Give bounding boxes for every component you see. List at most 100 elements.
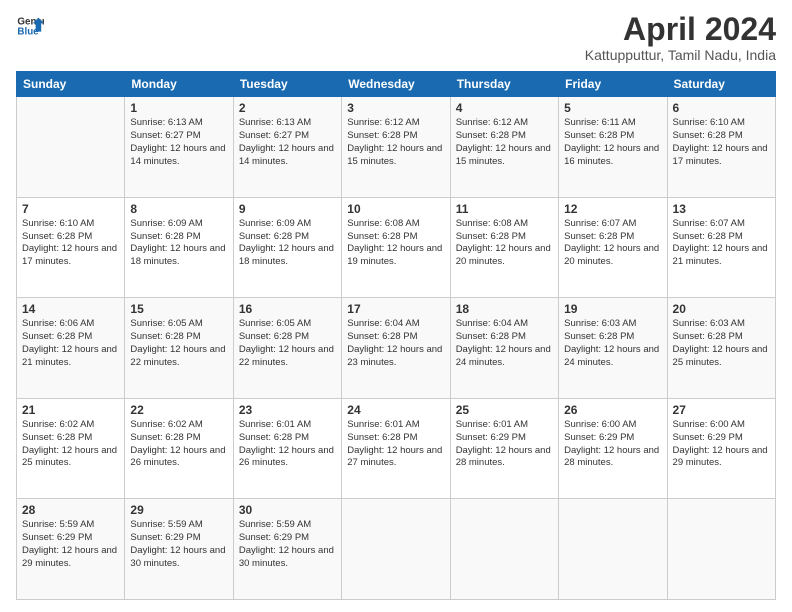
day-number: 14 — [22, 302, 119, 316]
calendar-day-header: Tuesday — [233, 72, 341, 97]
calendar-cell — [450, 499, 558, 600]
calendar-cell — [559, 499, 667, 600]
day-info: Sunrise: 6:09 AM Sunset: 6:28 PM Dayligh… — [239, 218, 336, 269]
day-number: 13 — [673, 202, 770, 216]
day-number: 24 — [347, 403, 444, 417]
calendar: SundayMondayTuesdayWednesdayThursdayFrid… — [16, 71, 776, 600]
day-number: 25 — [456, 403, 553, 417]
calendar-week-row: 14 Sunrise: 6:06 AM Sunset: 6:28 PM Dayli… — [17, 298, 776, 399]
day-info: Sunrise: 6:13 AM Sunset: 6:27 PM Dayligh… — [130, 117, 227, 168]
subtitle: Kattupputtur, Tamil Nadu, India — [585, 47, 776, 63]
calendar-cell: 15 Sunrise: 6:05 AM Sunset: 6:28 PM Dayli… — [125, 298, 233, 399]
day-number: 10 — [347, 202, 444, 216]
calendar-cell: 13 Sunrise: 6:07 AM Sunset: 6:28 PM Dayli… — [667, 197, 775, 298]
day-info: Sunrise: 6:12 AM Sunset: 6:28 PM Dayligh… — [456, 117, 553, 168]
day-info: Sunrise: 6:01 AM Sunset: 6:29 PM Dayligh… — [456, 419, 553, 470]
calendar-week-row: 7 Sunrise: 6:10 AM Sunset: 6:28 PM Daylig… — [17, 197, 776, 298]
day-info: Sunrise: 6:02 AM Sunset: 6:28 PM Dayligh… — [22, 419, 119, 470]
day-info: Sunrise: 6:12 AM Sunset: 6:28 PM Dayligh… — [347, 117, 444, 168]
day-number: 27 — [673, 403, 770, 417]
day-info: Sunrise: 6:05 AM Sunset: 6:28 PM Dayligh… — [130, 318, 227, 369]
day-info: Sunrise: 5:59 AM Sunset: 6:29 PM Dayligh… — [239, 519, 336, 570]
logo: General Blue — [16, 12, 44, 40]
calendar-cell: 27 Sunrise: 6:00 AM Sunset: 6:29 PM Dayli… — [667, 398, 775, 499]
day-info: Sunrise: 6:00 AM Sunset: 6:29 PM Dayligh… — [564, 419, 661, 470]
calendar-cell: 30 Sunrise: 5:59 AM Sunset: 6:29 PM Dayli… — [233, 499, 341, 600]
day-number: 19 — [564, 302, 661, 316]
calendar-cell — [17, 97, 125, 198]
day-info: Sunrise: 6:01 AM Sunset: 6:28 PM Dayligh… — [347, 419, 444, 470]
day-info: Sunrise: 5:59 AM Sunset: 6:29 PM Dayligh… — [130, 519, 227, 570]
calendar-cell: 7 Sunrise: 6:10 AM Sunset: 6:28 PM Daylig… — [17, 197, 125, 298]
day-number: 3 — [347, 101, 444, 115]
day-number: 30 — [239, 503, 336, 517]
calendar-cell: 28Sunrise: 5:59 AM Sunset: 6:29 PM Dayli… — [17, 499, 125, 600]
calendar-cell: 16 Sunrise: 6:05 AM Sunset: 6:28 PM Dayli… — [233, 298, 341, 399]
day-number: 12 — [564, 202, 661, 216]
calendar-cell: 14 Sunrise: 6:06 AM Sunset: 6:28 PM Dayli… — [17, 298, 125, 399]
day-number: 16 — [239, 302, 336, 316]
day-info: Sunrise: 6:09 AM Sunset: 6:28 PM Dayligh… — [130, 218, 227, 269]
calendar-cell: 3 Sunrise: 6:12 AM Sunset: 6:28 PM Daylig… — [342, 97, 450, 198]
calendar-cell: 8 Sunrise: 6:09 AM Sunset: 6:28 PM Daylig… — [125, 197, 233, 298]
day-number: 18 — [456, 302, 553, 316]
day-number: 17 — [347, 302, 444, 316]
day-number: 9 — [239, 202, 336, 216]
day-number: 29 — [130, 503, 227, 517]
title-block: April 2024 Kattupputtur, Tamil Nadu, Ind… — [585, 12, 776, 63]
day-number: 7 — [22, 202, 119, 216]
day-info: Sunrise: 6:01 AM Sunset: 6:28 PM Dayligh… — [239, 419, 336, 470]
day-info: Sunrise: 6:04 AM Sunset: 6:28 PM Dayligh… — [456, 318, 553, 369]
day-number: 28 — [22, 503, 119, 517]
calendar-cell: 29 Sunrise: 5:59 AM Sunset: 6:29 PM Dayli… — [125, 499, 233, 600]
calendar-day-header: Saturday — [667, 72, 775, 97]
calendar-cell: 18 Sunrise: 6:04 AM Sunset: 6:28 PM Dayli… — [450, 298, 558, 399]
day-number: 2 — [239, 101, 336, 115]
calendar-cell: 17 Sunrise: 6:04 AM Sunset: 6:28 PM Dayli… — [342, 298, 450, 399]
calendar-day-header: Monday — [125, 72, 233, 97]
calendar-cell — [342, 499, 450, 600]
day-number: 15 — [130, 302, 227, 316]
calendar-cell: 5Sunrise: 6:11 AM Sunset: 6:28 PM Daylig… — [559, 97, 667, 198]
calendar-week-row: 21 Sunrise: 6:02 AM Sunset: 6:28 PM Dayli… — [17, 398, 776, 499]
calendar-cell: 6Sunrise: 6:10 AM Sunset: 6:28 PM Daylig… — [667, 97, 775, 198]
calendar-cell: 19 Sunrise: 6:03 AM Sunset: 6:28 PM Dayli… — [559, 298, 667, 399]
day-info: Sunrise: 6:06 AM Sunset: 6:28 PM Dayligh… — [22, 318, 119, 369]
day-info: Sunrise: 6:04 AM Sunset: 6:28 PM Dayligh… — [347, 318, 444, 369]
day-info: Sunrise: 6:03 AM Sunset: 6:28 PM Dayligh… — [564, 318, 661, 369]
day-info: Sunrise: 6:07 AM Sunset: 6:28 PM Dayligh… — [673, 218, 770, 269]
day-info: Sunrise: 6:05 AM Sunset: 6:28 PM Dayligh… — [239, 318, 336, 369]
calendar-cell: 21 Sunrise: 6:02 AM Sunset: 6:28 PM Dayli… — [17, 398, 125, 499]
day-number: 22 — [130, 403, 227, 417]
calendar-cell: 25 Sunrise: 6:01 AM Sunset: 6:29 PM Dayli… — [450, 398, 558, 499]
main-title: April 2024 — [585, 12, 776, 47]
calendar-day-header: Thursday — [450, 72, 558, 97]
calendar-header-row: SundayMondayTuesdayWednesdayThursdayFrid… — [17, 72, 776, 97]
day-info: Sunrise: 6:10 AM Sunset: 6:28 PM Dayligh… — [22, 218, 119, 269]
calendar-cell: 2Sunrise: 6:13 AM Sunset: 6:27 PM Daylig… — [233, 97, 341, 198]
day-number: 21 — [22, 403, 119, 417]
day-info: Sunrise: 6:08 AM Sunset: 6:28 PM Dayligh… — [456, 218, 553, 269]
calendar-week-row: 28 Sunrise: 5:59 AM Sunset: 6:29 PM Dayli… — [17, 499, 776, 600]
calendar-cell: 22 Sunrise: 6:02 AM Sunset: 6:28 PM Dayli… — [125, 398, 233, 499]
calendar-cell: 9 Sunrise: 6:09 AM Sunset: 6:28 PM Daylig… — [233, 197, 341, 298]
day-number: 5 — [564, 101, 661, 115]
logo-icon: General Blue — [16, 12, 44, 40]
calendar-cell: 1Sunrise: 6:13 AM Sunset: 6:27 PM Daylig… — [125, 97, 233, 198]
day-number: 11 — [456, 202, 553, 216]
day-info: Sunrise: 6:00 AM Sunset: 6:29 PM Dayligh… — [673, 419, 770, 470]
calendar-cell: 12 Sunrise: 6:07 AM Sunset: 6:28 PM Dayli… — [559, 197, 667, 298]
day-number: 6 — [673, 101, 770, 115]
day-number: 8 — [130, 202, 227, 216]
calendar-cell: 26 Sunrise: 6:00 AM Sunset: 6:29 PM Dayli… — [559, 398, 667, 499]
calendar-week-row: 1Sunrise: 6:13 AM Sunset: 6:27 PM Daylig… — [17, 97, 776, 198]
day-info: Sunrise: 6:08 AM Sunset: 6:28 PM Dayligh… — [347, 218, 444, 269]
day-number: 23 — [239, 403, 336, 417]
day-info: Sunrise: 6:02 AM Sunset: 6:28 PM Dayligh… — [130, 419, 227, 470]
day-info: Sunrise: 6:07 AM Sunset: 6:28 PM Dayligh… — [564, 218, 661, 269]
day-number: 26 — [564, 403, 661, 417]
calendar-day-header: Friday — [559, 72, 667, 97]
calendar-cell: 4Sunrise: 6:12 AM Sunset: 6:28 PM Daylig… — [450, 97, 558, 198]
day-info: Sunrise: 6:03 AM Sunset: 6:28 PM Dayligh… — [673, 318, 770, 369]
page: General Blue April 2024 Kattupputtur, Ta… — [0, 0, 792, 612]
